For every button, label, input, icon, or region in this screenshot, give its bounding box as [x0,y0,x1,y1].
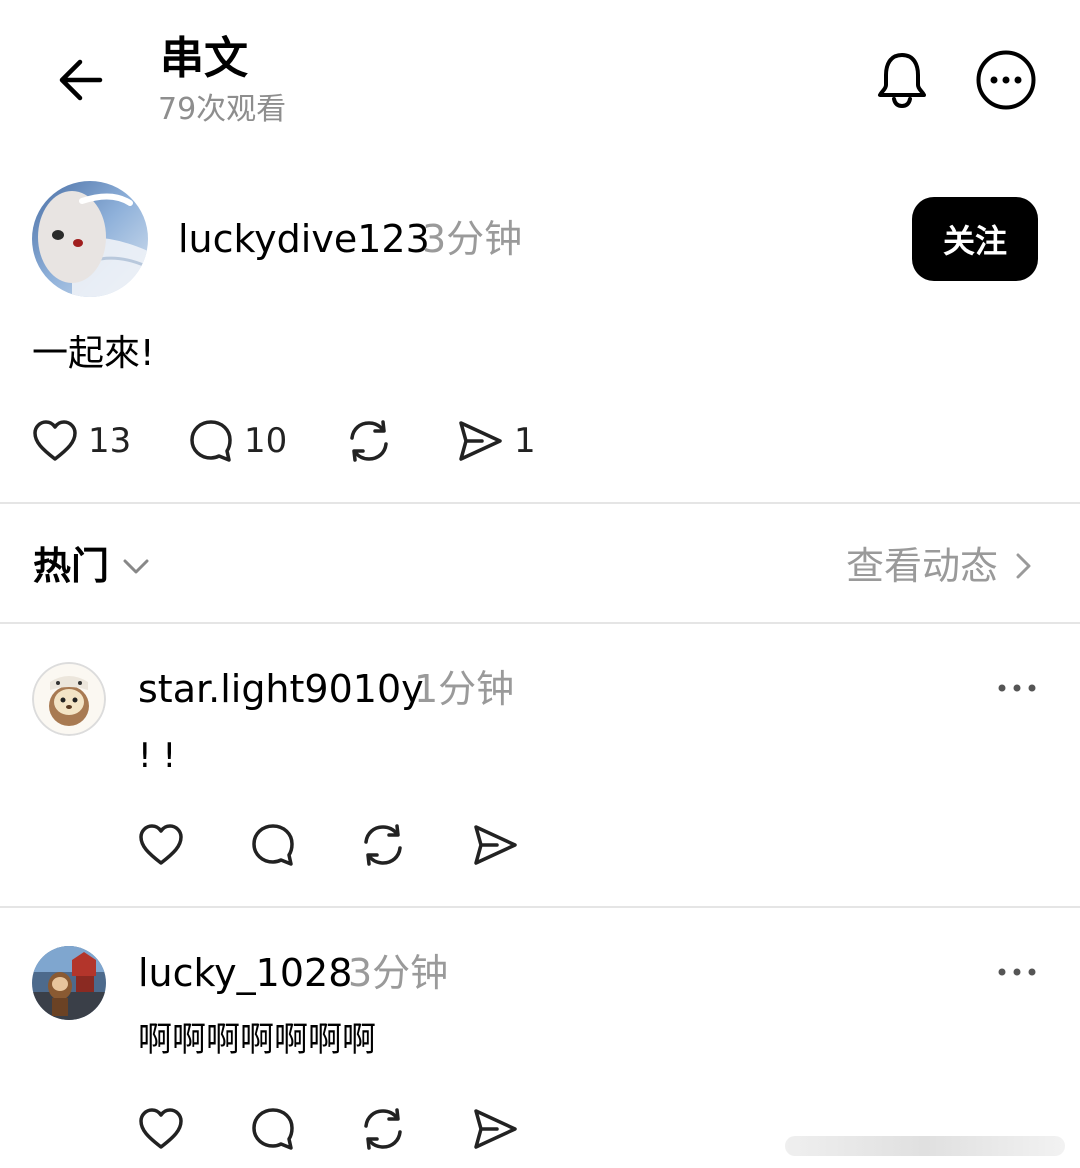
heart-icon [139,824,183,865]
share-action[interactable]: 1 [456,416,536,466]
heart-icon [33,420,77,461]
comment-count: 10 [244,421,288,461]
reply-more-button[interactable] [994,673,1040,703]
like-action[interactable] [136,1104,186,1154]
share-action[interactable] [470,1104,520,1154]
sort-dropdown-label[interactable]: 热门 [33,542,109,590]
send-icon [474,1109,517,1149]
chevron-down-icon[interactable] [120,550,152,582]
reply-text: 啊啊啊啊啊啊啊 [138,1020,376,1060]
reply-timestamp: 1分钟 [414,667,515,711]
home-indicator [785,1136,1065,1156]
like-action[interactable] [136,820,186,870]
top-bar: 串文 79次观看 [0,0,1080,150]
comment-action[interactable] [248,1104,298,1154]
bell-icon [878,53,926,109]
post-username[interactable]: luckydive123 [178,216,430,262]
more-horizontal-icon [998,968,1036,976]
reply-more-button[interactable] [994,957,1040,987]
view-count: 79次观看 [158,92,287,127]
comment-action[interactable] [248,820,298,870]
avatar[interactable] [32,946,106,1020]
repost-action[interactable] [358,820,408,870]
reply-username[interactable]: star.light9010y [138,666,424,712]
more-circle-icon [976,50,1036,110]
repost-icon [364,1108,402,1150]
send-icon [474,825,517,865]
avatar[interactable] [32,181,148,297]
sort-bar: 热门 查看动态 [0,504,1080,622]
avatar[interactable] [32,662,106,736]
notifications-button[interactable] [870,46,934,112]
more-horizontal-icon [998,684,1036,692]
repost-action[interactable] [358,1104,408,1154]
reply-username[interactable]: lucky_1028 [138,950,352,996]
view-activity-link[interactable]: 查看动态 [846,542,998,590]
share-action[interactable] [470,820,520,870]
main-post: luckydive123 3分钟 关注 一起來! 13 10 1 [0,160,1080,504]
follow-button[interactable]: 关注 [912,197,1038,281]
repost-icon [350,420,388,462]
more-options-button[interactable] [974,48,1038,112]
chevron-right-icon[interactable] [1010,550,1036,582]
reply-item: star.light9010y 1分钟 ! ! [0,624,1080,906]
arrow-left-icon [59,59,103,101]
repost-icon [364,824,402,866]
back-button[interactable] [52,52,108,108]
repost-action[interactable] [344,416,394,466]
send-icon [459,421,502,461]
share-count: 1 [514,421,536,461]
reply-text: ! ! [138,736,177,776]
comment-icon [252,824,294,866]
like-count: 13 [88,421,132,461]
post-timestamp: 3分钟 [422,217,523,261]
comment-icon [252,1108,294,1150]
reply-item: lucky_1028 3分钟 啊啊啊啊啊啊啊 [0,908,1080,1168]
comment-icon [190,420,232,462]
reply-timestamp: 3分钟 [348,951,449,995]
like-action[interactable]: 13 [32,416,131,466]
heart-icon [139,1108,183,1149]
comment-action[interactable]: 10 [188,416,287,466]
page-title: 串文 [160,33,248,84]
post-text: 一起來! [32,333,155,374]
